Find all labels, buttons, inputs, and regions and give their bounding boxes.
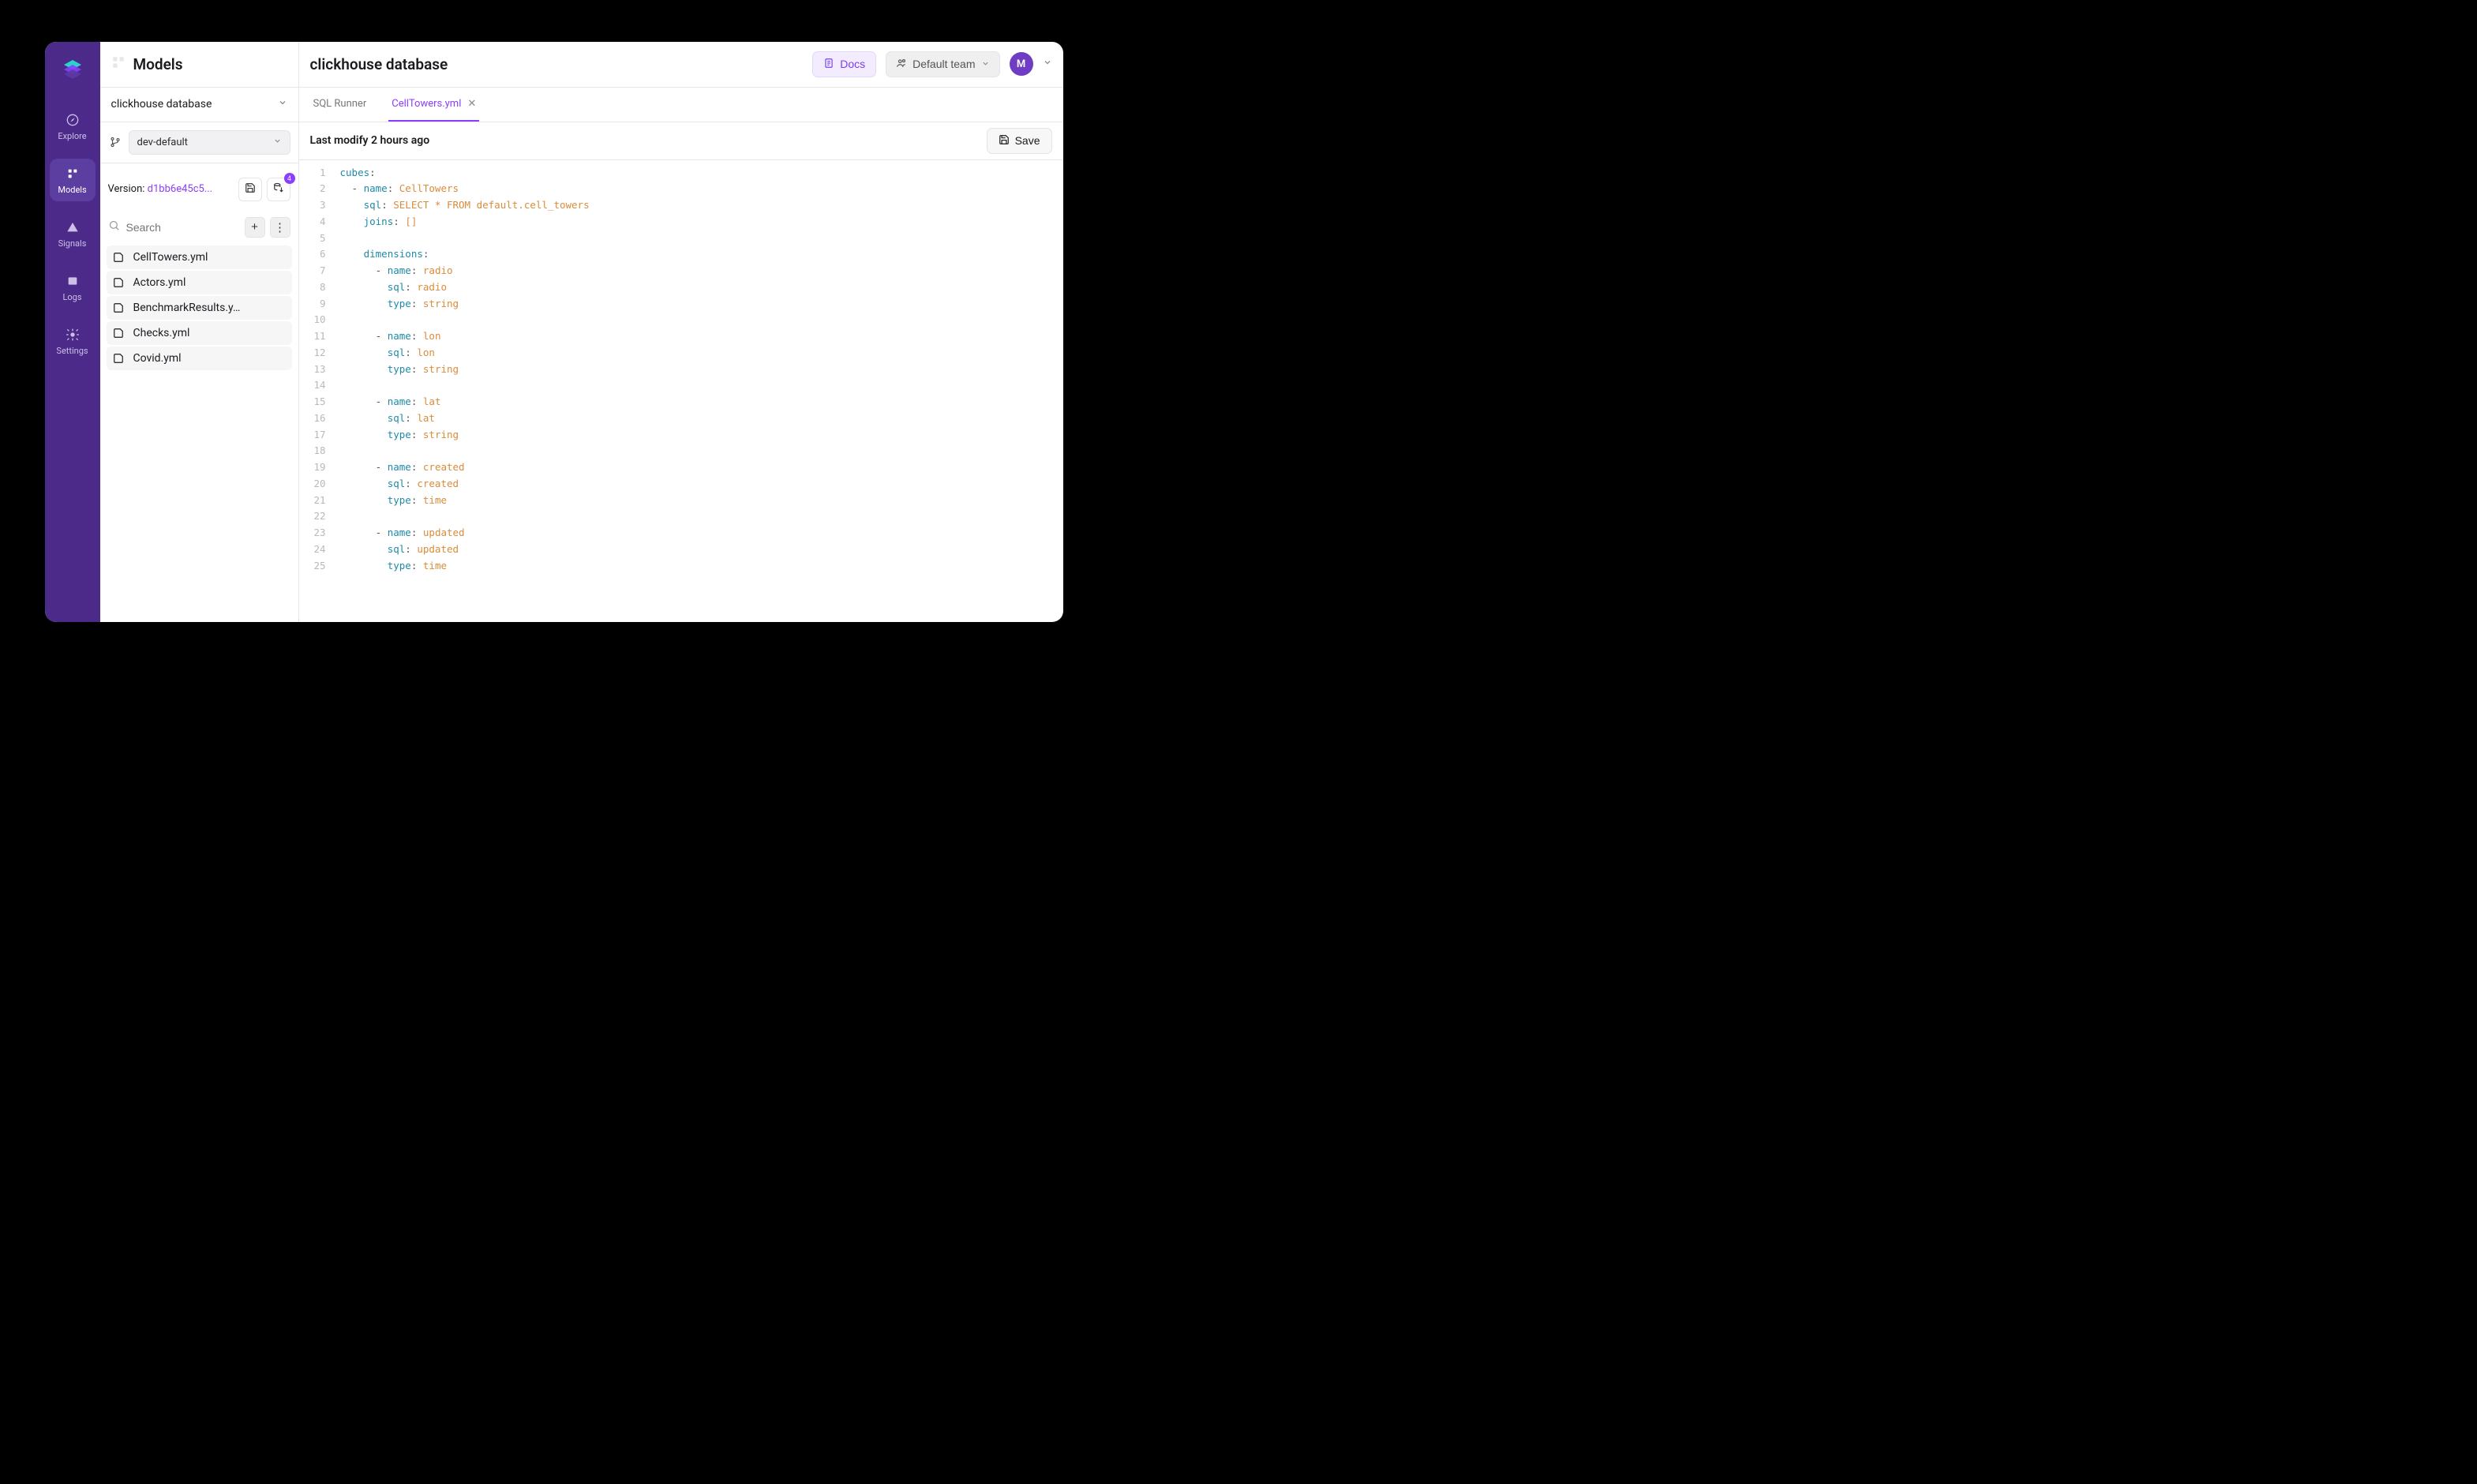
team-label: Default team: [912, 58, 975, 70]
file-icon: [113, 277, 126, 288]
tab-sql-runner[interactable]: SQL Runner: [310, 88, 370, 122]
save-label: Save: [1015, 134, 1040, 147]
database-name: clickhouse database: [111, 98, 212, 111]
search-input-wrap: [108, 219, 240, 234]
sidebar-title: Models: [133, 55, 183, 73]
compass-icon: [66, 113, 80, 127]
code-editor[interactable]: 1234567891011121314151617181920212223242…: [299, 160, 1063, 622]
file-name: Actors.yml: [133, 276, 186, 289]
branch-name: dev-default: [137, 137, 188, 148]
file-icon: [113, 353, 126, 364]
sync-button[interactable]: 4: [267, 178, 290, 201]
tab-celltowers[interactable]: CellTowers.yml ✕: [388, 88, 479, 122]
sidebar-header: Models: [100, 42, 298, 88]
chevron-down-icon[interactable]: [1043, 58, 1052, 70]
nav-item-settings[interactable]: Settings: [50, 320, 96, 362]
editor-toolbar: Last modify 2 hours ago Save: [299, 122, 1063, 160]
add-button[interactable]: +: [245, 217, 265, 238]
branch-select[interactable]: dev-default: [129, 130, 290, 155]
file-item-benchmarkresults[interactable]: BenchmarkResults.y…: [107, 296, 292, 320]
version-row: Version: d1bb6e45c5... 4: [100, 163, 298, 209]
file-name: BenchmarkResults.y…: [133, 302, 241, 314]
nav-item-explore[interactable]: Explore: [50, 105, 96, 148]
app-logo: [62, 58, 84, 80]
file-list: CellTowers.yml Actors.yml BenchmarkResul…: [100, 241, 298, 375]
nav-label: Logs: [62, 292, 81, 302]
gear-icon: [66, 328, 80, 342]
plus-icon: +: [251, 220, 258, 234]
topbar: clickhouse database Docs Default team M: [299, 42, 1063, 88]
git-branch-icon: [108, 137, 122, 148]
nav-rail: Explore Models Signals Logs Settings: [45, 42, 100, 622]
page-title: clickhouse database: [310, 55, 804, 73]
main-pane: clickhouse database Docs Default team M …: [299, 42, 1063, 622]
log-icon: [66, 274, 80, 288]
models-icon: [111, 55, 126, 73]
search-icon: [108, 219, 120, 234]
nav-label: Signals: [58, 238, 87, 249]
file-item-covid[interactable]: Covid.yml: [107, 347, 292, 370]
search-row: + ⋮: [100, 209, 298, 241]
file-icon: [113, 302, 126, 313]
docs-button[interactable]: Docs: [812, 51, 876, 77]
save-icon: [245, 182, 256, 196]
avatar[interactable]: M: [1010, 52, 1033, 76]
doc-icon: [823, 58, 834, 71]
file-name: Checks.yml: [133, 327, 190, 339]
cubes-icon: [66, 167, 80, 181]
file-name: CellTowers.yml: [133, 251, 208, 264]
nav-item-signals[interactable]: Signals: [50, 212, 96, 255]
save-file-button[interactable]: [238, 178, 262, 201]
database-select[interactable]: clickhouse database: [100, 88, 298, 122]
nav-item-models[interactable]: Models: [50, 159, 96, 201]
kebab-icon: ⋮: [274, 220, 286, 234]
nav-item-logs[interactable]: Logs: [50, 266, 96, 309]
file-icon: [113, 252, 126, 263]
tab-label: CellTowers.yml: [392, 98, 461, 110]
file-item-celltowers[interactable]: CellTowers.yml: [107, 245, 292, 269]
alert-icon: [66, 220, 80, 234]
last-modified: Last modify 2 hours ago: [310, 134, 987, 147]
file-item-actors[interactable]: Actors.yml: [107, 271, 292, 294]
save-button[interactable]: Save: [987, 128, 1052, 154]
sync-badge: 4: [284, 173, 295, 184]
file-icon: [113, 328, 126, 339]
nav-label: Settings: [56, 346, 88, 356]
version-label: Version: d1bb6e45c5...: [108, 183, 234, 195]
users-icon: [896, 58, 907, 71]
branch-row: dev-default: [100, 122, 298, 163]
version-hash[interactable]: d1bb6e45c5...: [148, 183, 212, 195]
more-button[interactable]: ⋮: [270, 217, 290, 238]
gutter: 1234567891011121314151617181920212223242…: [299, 165, 335, 622]
database-sync-icon: [273, 182, 284, 196]
close-icon[interactable]: ✕: [467, 98, 476, 110]
chevron-down-icon: [278, 98, 287, 111]
editor-tabs: SQL Runner CellTowers.yml ✕: [299, 88, 1063, 122]
save-icon: [999, 134, 1010, 148]
nav-label: Explore: [58, 131, 86, 141]
file-item-checks[interactable]: Checks.yml: [107, 321, 292, 345]
file-name: Covid.yml: [133, 352, 182, 365]
code-content[interactable]: cubes: - name: CellTowers sql: SELECT * …: [335, 165, 1063, 622]
search-input[interactable]: [126, 221, 240, 234]
nav-label: Models: [58, 185, 86, 195]
docs-label: Docs: [840, 58, 865, 70]
team-select[interactable]: Default team: [886, 51, 999, 77]
tab-label: SQL Runner: [313, 98, 367, 110]
sidebar: Models clickhouse database dev-default V…: [100, 42, 299, 622]
chevron-down-icon: [981, 58, 990, 70]
chevron-down-icon: [273, 137, 282, 148]
